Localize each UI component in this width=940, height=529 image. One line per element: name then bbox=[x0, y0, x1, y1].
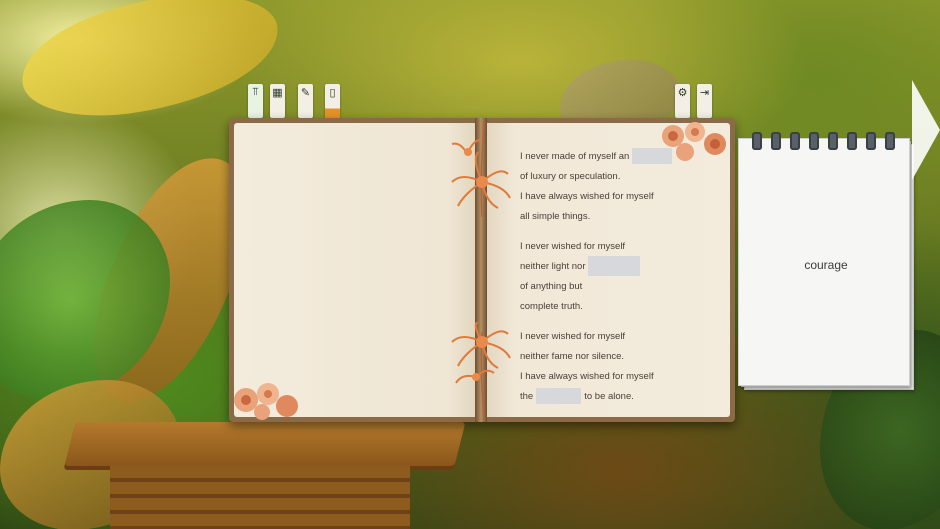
notepad-ring bbox=[809, 132, 819, 150]
poem-line: I have always wished for myself bbox=[520, 368, 654, 384]
poem-line-text: of luxury or speculation. bbox=[520, 170, 621, 182]
poem-line-text: complete truth. bbox=[520, 300, 583, 312]
spider-lily-top bbox=[451, 122, 511, 217]
roses-bottom-left bbox=[234, 383, 298, 420]
poem-line: complete truth. bbox=[520, 298, 583, 314]
notepad-ring bbox=[790, 132, 800, 150]
notepad-ring bbox=[771, 132, 781, 150]
poem-line: of anything but bbox=[520, 278, 582, 294]
wooden-table-front bbox=[110, 466, 410, 529]
draggable-word-courage[interactable]: courage bbox=[738, 258, 914, 272]
left-page bbox=[234, 123, 477, 417]
poem-line: neither fame nor silence. bbox=[520, 348, 624, 364]
notepad-ring bbox=[828, 132, 838, 150]
wooden-table-top bbox=[64, 422, 466, 466]
book-icon: ▦ bbox=[272, 87, 283, 99]
settings-button[interactable]: ⚙ bbox=[675, 84, 690, 118]
poem-line-text: the bbox=[520, 390, 534, 402]
tab-book[interactable]: ▦ bbox=[270, 84, 285, 118]
poem-line-text: I never wished for myself bbox=[520, 330, 626, 342]
poem-line: I have always wished for myself bbox=[520, 188, 654, 204]
next-page-arrow-icon[interactable] bbox=[912, 80, 940, 180]
pencil-icon: ✎ bbox=[300, 87, 311, 99]
word-blank-slot[interactable] bbox=[632, 148, 673, 164]
poem-line: all simple things. bbox=[520, 208, 590, 224]
note-icon: ▯ bbox=[329, 87, 336, 99]
poem-line-text: I have always wished for myself bbox=[520, 190, 654, 202]
poem-line: I never wished for myself bbox=[520, 328, 625, 344]
word-blank-slot[interactable] bbox=[588, 256, 641, 276]
word-blank-slot[interactable] bbox=[536, 388, 582, 404]
poem-line-text: neither fame nor silence. bbox=[520, 350, 625, 362]
poem-line: of luxury or speculation. bbox=[520, 168, 620, 184]
poem-line-text: I have always wished for myself bbox=[520, 370, 654, 382]
word-notepad: courage bbox=[738, 132, 914, 390]
tab-cross-tool[interactable]: ⫪ bbox=[248, 84, 263, 118]
poem-line-text: all simple things. bbox=[520, 210, 591, 222]
poem-line-text: neither light nor bbox=[520, 260, 586, 272]
poem-line-text: of anything but bbox=[520, 280, 583, 292]
cross-icon: ⫪ bbox=[252, 86, 259, 98]
spider-lily-bottom bbox=[451, 322, 511, 420]
poem-line-text: I never made of myself an bbox=[520, 150, 630, 162]
poem-line: neither light nor bbox=[520, 256, 641, 276]
poem-line: the to be alone. bbox=[520, 388, 634, 404]
poem-line-text: I never wished for myself bbox=[520, 240, 626, 252]
exit-button[interactable]: ⇥ bbox=[697, 84, 712, 118]
poem-line: I never made of myself an bbox=[520, 148, 673, 164]
notepad-ring bbox=[885, 132, 895, 150]
poem-line: I never wished for myself bbox=[520, 238, 625, 254]
poem-line-text: to be alone. bbox=[584, 390, 634, 402]
notepad-ring bbox=[866, 132, 876, 150]
notepad-ring bbox=[752, 132, 762, 150]
notepad-ring bbox=[847, 132, 857, 150]
exit-door-icon: ⇥ bbox=[699, 87, 710, 99]
tab-pencil[interactable]: ✎ bbox=[298, 84, 313, 118]
gear-icon: ⚙ bbox=[677, 87, 688, 99]
